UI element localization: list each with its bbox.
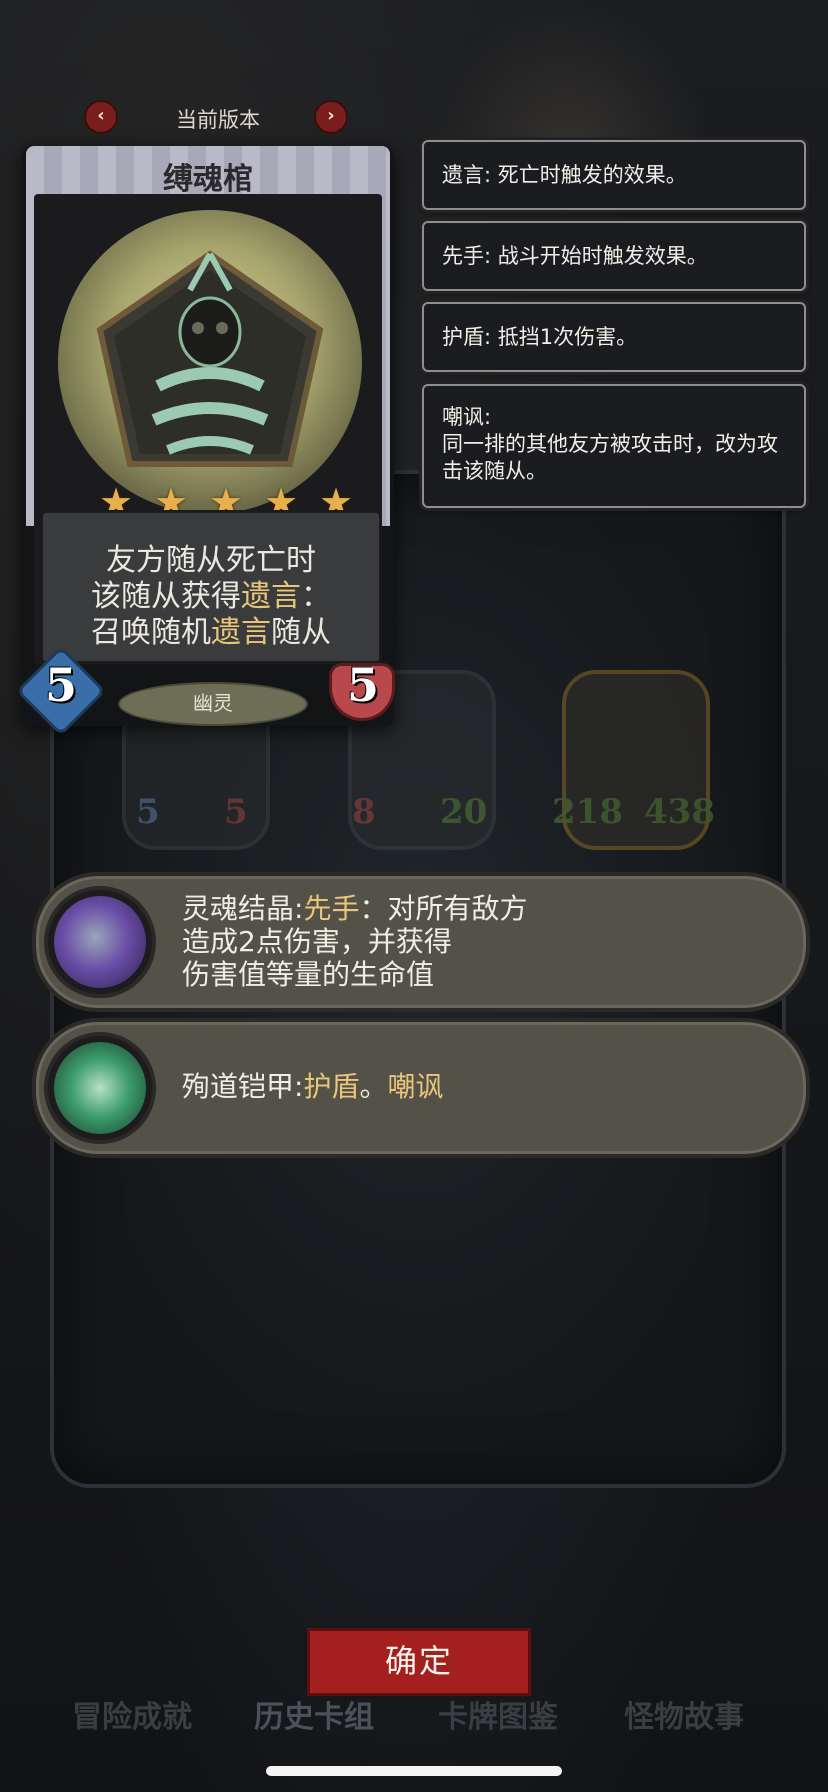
keyword-text: 遗言: 死亡时触发的效果。 (442, 163, 687, 187)
soul-crystal-icon (44, 886, 156, 998)
soul-crystal-art (54, 896, 146, 988)
minion-slot[interactable]: 218 438 (552, 670, 715, 850)
card-cost: 5 (44, 658, 77, 712)
card-description: 友方随从死亡时 该随从获得遗言： 召唤随机遗言随从 (40, 510, 382, 664)
ability-line: 灵魂结晶:先手：对所有敌方 (182, 892, 776, 925)
ability-desc: ：对所有敌方 (359, 892, 528, 925)
ability-line: 造成2点伤害，并获得 (182, 925, 452, 958)
card-art (58, 210, 362, 514)
keyword-text: 护盾: 抵挡1次伤害。 (442, 325, 638, 349)
desc-line-3: 召唤随机遗言随从 (43, 607, 379, 651)
ability-row[interactable]: 殉道铠甲:护盾。嘲讽 (32, 1018, 810, 1158)
home-indicator[interactable] (266, 1766, 562, 1776)
card-detail: 缚魂棺 ★ ★ ★ ★ ★ 友方随从死亡时 该随从获得遗言： 召唤随机遗言随从 … (19, 146, 394, 733)
keyword-tooltip: 护盾: 抵挡1次伤害。 (422, 302, 806, 372)
race-tag: 幽灵 (118, 682, 308, 726)
ability-text: 殉道铠甲:护盾。嘲讽 (182, 1070, 776, 1103)
ability-line: 伤害值等量的生命值 (182, 958, 435, 991)
tab-card-codex[interactable]: 卡牌图鉴 (438, 1692, 558, 1736)
keyword-taunt: 嘲讽 (387, 1070, 444, 1103)
keyword-text: 先手: 战斗开始时触发效果。 (442, 244, 708, 268)
version-selector: ‹ 当前版本 › (82, 98, 354, 134)
keyword-tooltip: 先手: 战斗开始时触发效果。 (422, 221, 806, 291)
card-name: 缚魂棺 (163, 162, 253, 197)
martyr-armor-art (54, 1042, 146, 1134)
ability-name: 殉道铠甲: (182, 1070, 304, 1103)
tab-achievements[interactable]: 冒险成就 (72, 1692, 192, 1736)
chevron-right-icon[interactable]: › (314, 100, 348, 134)
desc-text: 随从 (271, 615, 331, 650)
ability-text: 灵魂结晶:先手：对所有敌方 造成2点伤害，并获得 伤害值等量的生命值 (182, 892, 776, 991)
desc-text: 召唤随机 (91, 615, 211, 650)
keyword-deathrattle: 遗言 (211, 615, 271, 650)
minion-attack: 5 (136, 792, 160, 832)
keyword-first-strike: 先手 (303, 892, 360, 925)
tab-history-decks[interactable]: 历史卡组 (254, 1692, 374, 1736)
minion-health: 5 (224, 792, 248, 832)
keyword-tooltip: 嘲讽: 同一排的其他友方被攻击时，改为攻击该随从。 (422, 384, 806, 508)
ability-row[interactable]: 灵魂结晶:先手：对所有敌方 造成2点伤害，并获得 伤害值等量的生命值 (32, 872, 810, 1012)
minion-health: 438 (644, 792, 715, 832)
keyword-shield: 护盾 (303, 1070, 360, 1103)
keyword-tooltip: 遗言: 死亡时触发的效果。 (422, 140, 806, 210)
card-health: 5 (346, 658, 379, 712)
minion-attack: 218 (552, 792, 623, 832)
keyword-text: 嘲讽: 同一排的其他友方被攻击时，改为攻击该随从。 (442, 404, 790, 485)
bottom-tabs: 冒险成就 历史卡组 卡牌图鉴 怪物故事 (0, 1692, 828, 1742)
keyword-desc: 同一排的其他友方被攻击时，改为攻击该随从。 (442, 432, 778, 483)
keyword-title: 嘲讽: (442, 405, 492, 429)
minion-health: 20 (440, 792, 488, 832)
tab-monster-stories[interactable]: 怪物故事 (624, 1692, 744, 1736)
coffin-shield-icon (96, 250, 324, 467)
confirm-button[interactable]: 确定 (307, 1628, 531, 1696)
ability-desc: 。 (359, 1070, 388, 1103)
ability-name: 灵魂结晶: (182, 892, 304, 925)
martyr-armor-icon (44, 1032, 156, 1144)
minion-attack: 8 (352, 792, 376, 832)
